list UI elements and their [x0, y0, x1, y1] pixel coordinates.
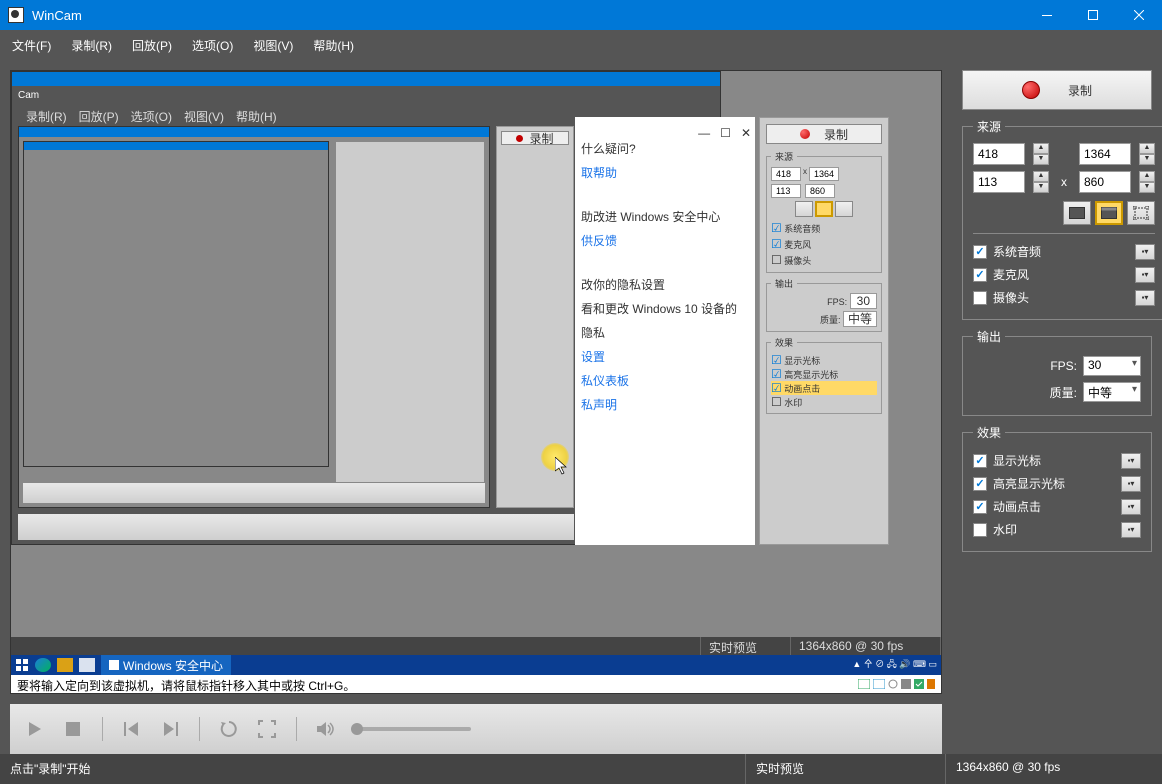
side-panel: 录制 来源 ▲▼ x ▲▼ ▲▼ x ▲▼: [952, 60, 1162, 754]
play-button[interactable]: [22, 716, 48, 742]
statusbar: 点击"录制"开始 实时预览 1364x860 @ 30 fps: [0, 754, 1162, 784]
quality-label: 质量:: [1050, 384, 1077, 401]
status-left: 点击"录制"开始: [0, 754, 746, 784]
preview-vm-hint: 要将输入定向到该虚拟机，请将鼠标指针移入其中或按 Ctrl+G。: [11, 675, 941, 693]
click-checkbox[interactable]: ✓: [973, 500, 987, 514]
record-label: 录制: [1068, 82, 1092, 99]
app-icon: [8, 7, 24, 23]
system-audio-options[interactable]: ▪▾: [1135, 244, 1155, 260]
menubar: 文件(F) 录制(R) 回放(P) 选项(O) 视图(V) 帮助(H): [0, 30, 1162, 60]
window-controls: [1024, 0, 1162, 30]
output-group: 输出 FPS: 30 质量: 中等: [962, 328, 1152, 416]
watermark-options[interactable]: ▪▾: [1121, 522, 1141, 538]
preview-inner-statusbar: 实时预览 1364x860 @ 30 fps: [11, 637, 941, 655]
fps-select[interactable]: 30: [1083, 356, 1141, 376]
record-button[interactable]: 录制: [962, 70, 1152, 110]
mode-region-button[interactable]: [1127, 201, 1155, 225]
playback-controls: [10, 704, 942, 754]
source-x2-spinner[interactable]: ▲▼: [1139, 143, 1155, 165]
system-audio-label: 系统音频: [993, 243, 1129, 260]
source-y1-spinner[interactable]: ▲▼: [1033, 171, 1049, 193]
highlight-label: 高亮显示光标: [993, 475, 1115, 492]
mic-options[interactable]: ▪▾: [1135, 267, 1155, 283]
watermark-checkbox[interactable]: [973, 523, 987, 537]
close-button[interactable]: [1116, 0, 1162, 30]
click-label: 动画点击: [993, 498, 1115, 515]
fps-label: FPS:: [1050, 359, 1077, 373]
preview-area: Cam 录制(R)回放(P)选项(O)视图(V)帮助(H): [0, 60, 952, 754]
next-button[interactable]: [157, 716, 183, 742]
volume-icon[interactable]: [313, 716, 339, 742]
menu-playback[interactable]: 回放(P): [132, 37, 172, 54]
source-x1-spinner[interactable]: ▲▼: [1033, 143, 1049, 165]
menu-help[interactable]: 帮助(H): [313, 37, 354, 54]
highlight-options[interactable]: ▪▾: [1121, 476, 1141, 492]
loop-button[interactable]: [216, 716, 242, 742]
window-title: WinCam: [32, 8, 1024, 23]
camera-checkbox[interactable]: [973, 291, 987, 305]
mode-fullscreen-button[interactable]: [1063, 201, 1091, 225]
status-right: 1364x860 @ 30 fps: [946, 754, 1162, 784]
mode-window-button[interactable]: [1095, 201, 1123, 225]
source-x2-input[interactable]: [1079, 143, 1131, 165]
prev-button[interactable]: [119, 716, 145, 742]
source-x-separator: x: [1057, 175, 1071, 189]
effects-legend: 效果: [973, 424, 1005, 441]
effects-group: 效果 ✓ 显示光标 ▪▾ ✓ 高亮显示光标 ▪▾ ✓ 动画点击 ▪▾ 水印 ▪▾: [962, 424, 1152, 552]
cursor-label: 显示光标: [993, 452, 1115, 469]
source-y1-input[interactable]: [973, 171, 1025, 193]
output-legend: 输出: [973, 328, 1005, 345]
source-group: 来源 ▲▼ x ▲▼ ▲▼ x ▲▼ ✓: [962, 118, 1162, 320]
highlight-checkbox[interactable]: ✓: [973, 477, 987, 491]
menu-view[interactable]: 视图(V): [253, 37, 293, 54]
system-audio-checkbox[interactable]: ✓: [973, 245, 987, 259]
source-x1-input[interactable]: [973, 143, 1025, 165]
fullscreen-button[interactable]: [254, 716, 280, 742]
mic-label: 麦克风: [993, 266, 1129, 283]
camera-options[interactable]: ▪▾: [1135, 290, 1155, 306]
preview-canvas[interactable]: Cam 录制(R)回放(P)选项(O)视图(V)帮助(H): [10, 70, 942, 694]
menu-file[interactable]: 文件(F): [12, 37, 51, 54]
menu-record[interactable]: 录制(R): [71, 37, 112, 54]
stop-button[interactable]: [60, 716, 86, 742]
minimize-button[interactable]: [1024, 0, 1070, 30]
cursor-checkbox[interactable]: ✓: [973, 454, 987, 468]
preview-taskbar: Windows 安全中心 ▲ 㐃 ⊘ 🖧 🔊 ⌨ ▭: [11, 655, 941, 675]
source-y2-input[interactable]: [1079, 171, 1131, 193]
volume-slider[interactable]: [351, 727, 471, 731]
cursor-options[interactable]: ▪▾: [1121, 453, 1141, 469]
status-mid: 实时预览: [746, 754, 946, 784]
menu-options[interactable]: 选项(O): [192, 37, 233, 54]
record-icon: [1022, 81, 1040, 99]
quality-select[interactable]: 中等: [1083, 382, 1141, 402]
titlebar: WinCam: [0, 0, 1162, 30]
camera-label: 摄像头: [993, 289, 1129, 306]
click-options[interactable]: ▪▾: [1121, 499, 1141, 515]
source-legend: 来源: [973, 118, 1005, 135]
source-y2-spinner[interactable]: ▲▼: [1139, 171, 1155, 193]
mic-checkbox[interactable]: ✓: [973, 268, 987, 282]
watermark-label: 水印: [993, 521, 1115, 538]
maximize-button[interactable]: [1070, 0, 1116, 30]
